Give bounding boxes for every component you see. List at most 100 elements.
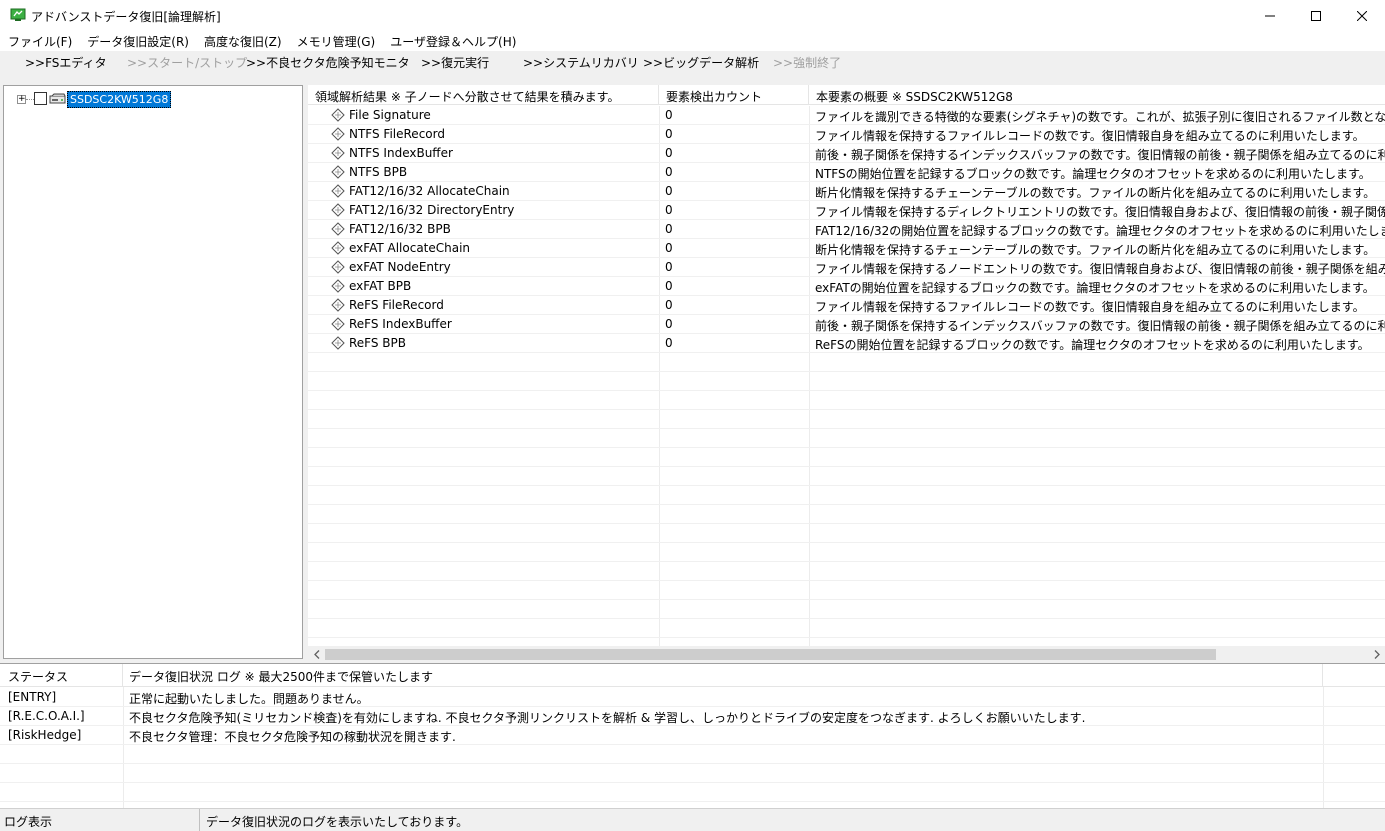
row-detect-count: 0 [665, 222, 673, 236]
log-message: 不良セクタ管理：不良セクタ危険予知の稼動状況を開きます. [129, 730, 456, 744]
log-message: 不良セクタ危険予知(ミリセカンド検査)を有効にしますね. 不良セクタ予測リンクリ… [129, 711, 1086, 725]
empty-row [308, 448, 1385, 467]
list-body: File Signature 0 ファイルを識別できる特徴的な要素(シグネチャ)の数… [308, 106, 1385, 646]
scroll-left-button[interactable] [308, 646, 325, 663]
row-detect-count: 0 [665, 165, 673, 179]
table-row[interactable]: FAT12/16/32 AllocateChain 0 断片化情報を保持するチェーン… [308, 182, 1385, 201]
row-summary: 断片化情報を保持するチェーンテーブルの数です。ファイルの断片化を組み立てるのに利… [815, 186, 1376, 200]
fs-editor-button[interactable]: >>FSエディタ [25, 54, 107, 71]
empty-row [308, 353, 1385, 372]
log-message: 正常に起動いたしました。問題ありません。 [129, 692, 369, 706]
row-summary: ファイル情報を保持するノードエントリの数です。復旧情報自身および、復旧情報の前後… [815, 262, 1385, 276]
drive-tree[interactable]: + SSDSC2KW512G8 [3, 85, 303, 659]
column-header-count[interactable]: 要素検出カウント [659, 85, 809, 105]
log-row[interactable]: [ENTRY] 正常に起動いたしました。問題ありません。 [0, 688, 1385, 707]
force-quit-button[interactable]: >>強制終了 [773, 54, 841, 71]
empty-log-row [0, 745, 1385, 764]
row-detect-count: 0 [665, 336, 673, 350]
horizontal-scrollbar[interactable] [308, 646, 1385, 663]
empty-row [308, 505, 1385, 524]
tree-checkbox[interactable] [34, 92, 47, 105]
row-element-name: exFAT NodeEntry [349, 260, 451, 274]
empty-row [308, 524, 1385, 543]
row-detect-count: 0 [665, 203, 673, 217]
app-icon [10, 8, 26, 21]
log-status: [R.E.C.O.A.I.] [8, 709, 85, 723]
close-icon [1357, 10, 1367, 21]
log-row[interactable]: [R.E.C.O.A.I.] 不良セクタ危険予知(ミリセカンド検査)を有効にします… [0, 707, 1385, 726]
table-row[interactable]: exFAT BPB 0 exFATの開始位置を記録するブロックの数です。論理セクタの… [308, 277, 1385, 296]
row-summary: 断片化情報を保持するチェーンテーブルの数です。ファイルの断片化を組み立てるのに利… [815, 243, 1376, 257]
title-bar: アドバンストデータ復旧[論理解析] [0, 0, 1385, 31]
log-header-status[interactable]: ステータス [0, 664, 123, 687]
maximize-button[interactable] [1293, 0, 1339, 31]
tree-drive-label[interactable]: SSDSC2KW512G8 [67, 91, 172, 108]
row-detect-count: 0 [665, 241, 673, 255]
log-header: ステータス データ復旧状況 ログ ※ 最大2500件まで保管いたします [0, 664, 1385, 687]
menu-file[interactable]: ファイル(F) [0, 31, 79, 51]
scroll-right-button[interactable] [1368, 646, 1385, 663]
restore-button[interactable]: >>復元実行 [421, 54, 489, 71]
tree-expand-icon[interactable]: + [17, 95, 26, 104]
table-row[interactable]: NTFS BPB 0 NTFSの開始位置を記録するブロックの数です。論理セクタのオフ… [308, 163, 1385, 182]
empty-log-row [0, 783, 1385, 802]
row-element-name: ReFS BPB [349, 336, 407, 350]
row-detect-count: 0 [665, 127, 673, 141]
row-detect-count: 0 [665, 298, 673, 312]
table-row[interactable]: NTFS FileRecord 0 ファイル情報を保持するファイルレコードの数です。… [308, 125, 1385, 144]
table-row[interactable]: File Signature 0 ファイルを識別できる特徴的な要素(シグネチャ)の数… [308, 106, 1385, 125]
window-title: アドバンストデータ復旧[論理解析] [31, 10, 221, 24]
table-row[interactable]: ReFS FileRecord 0 ファイル情報を保持するファイルレコードの数です。… [308, 296, 1385, 315]
column-header-summary[interactable]: 本要素の概要 ※ SSDSC2KW512G8 [809, 85, 1385, 105]
column-header-region[interactable]: 領域解析結果 ※ 子ノードへ分散させて結果を積みます。 [308, 85, 659, 105]
empty-row [308, 429, 1385, 448]
row-summary: ファイル情報を保持するファイルレコードの数です。復旧情報自身を組み立てるのに利用… [815, 129, 1365, 143]
table-row[interactable]: FAT12/16/32 DirectoryEntry 0 ファイル情報を保持するディ… [308, 201, 1385, 220]
table-row[interactable]: ReFS IndexBuffer 0 前後・親子関係を保持するインデックスバッファの… [308, 315, 1385, 334]
system-recovery-button[interactable]: >>システムリカバリ [523, 54, 639, 71]
row-summary: 前後・親子関係を保持するインデックスバッファの数です。復旧情報の前後・親子関係を… [815, 148, 1385, 162]
row-detect-count: 0 [665, 317, 673, 331]
row-element-name: File Signature [349, 108, 431, 122]
row-element-name: FAT12/16/32 BPB [349, 222, 451, 236]
minimize-button[interactable] [1247, 0, 1293, 31]
row-summary: FAT12/16/32の開始位置を記録するブロックの数です。論理セクタのオフセッ… [815, 224, 1385, 238]
table-row[interactable]: exFAT AllocateChain 0 断片化情報を保持するチェーンテーブルの数… [308, 239, 1385, 258]
row-detect-count: 0 [665, 108, 673, 122]
empty-row [308, 372, 1385, 391]
table-row[interactable]: NTFS IndexBuffer 0 前後・親子関係を保持するインデックスバッファの… [308, 144, 1385, 163]
row-detect-count: 0 [665, 146, 673, 160]
row-element-name: NTFS FileRecord [349, 127, 445, 141]
drive-icon [49, 93, 66, 104]
row-element-name: NTFS IndexBuffer [349, 146, 453, 160]
main-area: + SSDSC2KW512G8 領域解析結果 ※ 子ノードへ分散させて結果を積み… [0, 73, 1385, 663]
empty-log-row [0, 764, 1385, 783]
close-button[interactable] [1339, 0, 1385, 31]
menu-memory[interactable]: メモリ管理(G) [289, 31, 383, 51]
empty-row [308, 543, 1385, 562]
menu-help[interactable]: ユーザ登録＆ヘルプ(H) [382, 31, 523, 51]
chevron-right-icon [1374, 650, 1380, 659]
toolbar: >>FSエディタ >>スタート/ストップ >>不良セクタ危険予知モニタ >>復元… [0, 51, 1385, 73]
bad-sector-monitor-button[interactable]: >>不良セクタ危険予知モニタ [246, 54, 410, 71]
scrollbar-thumb[interactable] [325, 649, 1216, 660]
list-header: 領域解析結果 ※ 子ノードへ分散させて結果を積みます。 要素検出カウント 本要素… [308, 85, 1385, 105]
empty-row [308, 467, 1385, 486]
menu-recovery-settings[interactable]: データ復旧設定(R) [79, 31, 196, 51]
big-data-analysis-button[interactable]: >>ビッグデータ解析 [643, 54, 759, 71]
table-row[interactable]: FAT12/16/32 BPB 0 FAT12/16/32の開始位置を記録するブロッ… [308, 220, 1385, 239]
row-element-name: ReFS IndexBuffer [349, 317, 452, 331]
empty-row [308, 410, 1385, 429]
log-header-message[interactable]: データ復旧状況 ログ ※ 最大2500件まで保管いたします [123, 664, 1323, 687]
row-detect-count: 0 [665, 260, 673, 274]
start-stop-button[interactable]: >>スタート/ストップ [127, 54, 247, 71]
row-summary: ファイル情報を保持するファイルレコードの数です。復旧情報自身を組み立てるのに利用… [815, 300, 1365, 314]
empty-row [308, 619, 1385, 638]
status-right: データ復旧状況のログを表示いたしております。 [206, 815, 469, 829]
menu-advanced-recovery[interactable]: 高度な復旧(Z) [196, 31, 289, 51]
log-row[interactable]: [RiskHedge] 不良セクタ管理：不良セクタ危険予知の稼動状況を開きます. [0, 726, 1385, 745]
row-summary: ファイル情報を保持するディレクトリエントリの数です。復旧情報自身および、復旧情報… [815, 205, 1385, 219]
table-row[interactable]: ReFS BPB 0 ReFSの開始位置を記録するブロックの数です。論理セクタのオフ… [308, 334, 1385, 353]
table-row[interactable]: exFAT NodeEntry 0 ファイル情報を保持するノードエントリの数です。復… [308, 258, 1385, 277]
row-detect-count: 0 [665, 279, 673, 293]
